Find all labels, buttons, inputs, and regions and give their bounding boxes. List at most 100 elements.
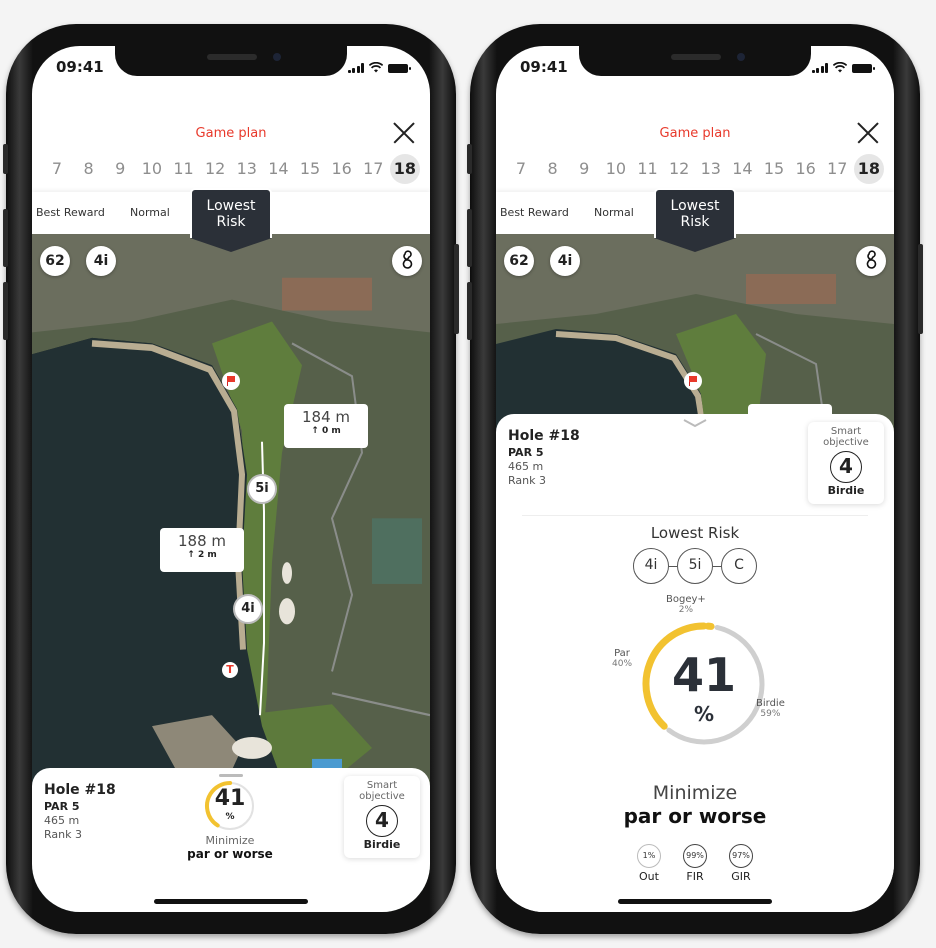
tab-best-reward[interactable]: Best Reward [36, 206, 105, 219]
club-marker-5i[interactable]: 5i [247, 474, 277, 504]
hole-tab[interactable]: 10 [601, 154, 631, 184]
page-title: Game plan [659, 126, 731, 141]
mini-gauge-unit: % [225, 812, 235, 822]
smart-objective-label: Smart [366, 780, 398, 791]
golf-bag-icon[interactable] [392, 246, 422, 276]
hole-rank: Rank 3 [44, 828, 82, 841]
hole-tab[interactable]: 16 [327, 154, 357, 184]
gauge-label-text: Birdie [756, 698, 785, 709]
smart-objective-card[interactable]: Smart objective 4 Birdie [344, 776, 420, 858]
gauge-label-birdie: Birdie 59% [756, 698, 785, 720]
hole-rank: Rank 3 [508, 474, 546, 487]
hole-tab[interactable]: 17 [822, 154, 852, 184]
drag-handle[interactable] [219, 774, 243, 777]
detail-sheet[interactable]: Hole #18 PAR 5 465 m Rank 3 Smart object… [496, 414, 894, 912]
hole-tab[interactable]: 7 [42, 154, 72, 184]
objective-caption: Minimize [205, 834, 255, 847]
club-chip-4i[interactable]: 4i [633, 548, 669, 584]
hole-tab[interactable]: 13 [232, 154, 262, 184]
mute-switch [467, 144, 472, 174]
hole-tab[interactable]: 12 [200, 154, 230, 184]
tab-normal[interactable]: Normal [130, 206, 170, 219]
hole-par: PAR 5 [44, 800, 80, 813]
status-time: 09:41 [520, 58, 568, 76]
gauge-label-text: Bogey+ [666, 594, 706, 605]
probability-gauge: 41 % Bogey+ 2% Par 40% Birdie 59% [594, 592, 814, 772]
smart-objective-result: Birdie [363, 838, 401, 851]
chevron-down-icon[interactable] [682, 418, 708, 428]
club-chip-c[interactable]: C [721, 548, 757, 584]
smart-objective-result: Birdie [827, 484, 865, 497]
hole-length: 465 m [44, 814, 80, 827]
hole-tab[interactable]: 15 [759, 154, 789, 184]
club-connector [713, 565, 721, 567]
mini-gauge-value: 41 [214, 786, 246, 811]
hole-selector: 7 8 9 10 11 12 13 14 15 16 17 18 [42, 152, 420, 186]
screen: 09:41 Game plan 7 8 9 10 11 12 13 14 15 … [32, 46, 430, 912]
smart-objective-card[interactable]: Smart objective 4 Birdie [808, 422, 884, 504]
divider [522, 515, 868, 516]
elevation-value: ↑ 0 m [311, 426, 341, 436]
strategy-tabs: Best Reward Normal Lowest Risk [32, 188, 430, 252]
stat-name: FIR [686, 870, 704, 883]
battery-icon [852, 64, 875, 73]
hole-tab[interactable]: 8 [74, 154, 104, 184]
notch [579, 46, 811, 76]
hole-tab[interactable]: 15 [295, 154, 325, 184]
smart-objective-strokes: 4 [366, 805, 398, 837]
hole-info: Hole #18 PAR 5 465 m Rank 3 [508, 428, 580, 487]
volume-down-button [467, 282, 472, 340]
hole-tab[interactable]: 9 [569, 154, 599, 184]
volume-down-button [3, 282, 8, 340]
hole-tab[interactable]: 7 [506, 154, 536, 184]
distance-value: 188 m [177, 532, 226, 550]
club-marker-4i[interactable]: 4i [233, 594, 263, 624]
home-indicator[interactable] [618, 899, 772, 904]
club-connector [669, 565, 677, 567]
stat-value: 1% [637, 844, 661, 868]
smart-objective-label: objective [359, 791, 405, 802]
tab-best-reward[interactable]: Best Reward [500, 206, 569, 219]
club-chip[interactable]: 4i [550, 246, 580, 276]
tee-icon: T [222, 662, 238, 678]
distance-label[interactable]: 184 m ↑ 0 m [284, 404, 368, 448]
hole-tab[interactable]: 10 [137, 154, 167, 184]
hole-tab[interactable]: 9 [105, 154, 135, 184]
gauge-label-percent: 59% [760, 709, 781, 719]
club-chip-5i[interactable]: 5i [677, 548, 713, 584]
tab-lowest-risk-line1: Lowest [670, 198, 720, 214]
hole-tab-active[interactable]: 18 [853, 154, 884, 184]
distance-label[interactable]: 188 m ↑ 2 m [160, 528, 244, 572]
hole-tab[interactable]: 14 [263, 154, 293, 184]
home-indicator[interactable] [154, 899, 308, 904]
hole-tab[interactable]: 8 [538, 154, 568, 184]
gauge-label-percent: 2% [678, 605, 694, 615]
hole-tab[interactable]: 11 [633, 154, 663, 184]
score-chip[interactable]: 62 [504, 246, 534, 276]
hole-tab[interactable]: 14 [727, 154, 757, 184]
hole-tab[interactable]: 13 [696, 154, 726, 184]
tab-normal[interactable]: Normal [594, 206, 634, 219]
tab-lowest-risk-line2: Risk [216, 214, 246, 230]
satellite-map[interactable]: 62 4i [496, 234, 894, 434]
golf-bag-icon[interactable] [856, 246, 886, 276]
close-icon[interactable] [392, 122, 414, 144]
tab-lowest-risk[interactable]: Lowest Risk [654, 188, 736, 252]
stat-gir: 97% GIR [726, 844, 756, 883]
hole-tab[interactable]: 17 [358, 154, 388, 184]
hole-tab[interactable]: 12 [664, 154, 694, 184]
signal-icon [347, 63, 364, 73]
score-chip[interactable]: 62 [40, 246, 70, 276]
stat-value: 99% [683, 844, 707, 868]
gauge-label-text: Par [614, 648, 630, 659]
power-button [454, 244, 459, 334]
close-icon[interactable] [856, 122, 878, 144]
flag-icon [222, 372, 240, 390]
power-button [918, 244, 923, 334]
hole-tab[interactable]: 16 [791, 154, 821, 184]
hole-tab[interactable]: 11 [169, 154, 199, 184]
club-chip[interactable]: 4i [86, 246, 116, 276]
hole-tab-active[interactable]: 18 [389, 154, 420, 184]
summary-sheet[interactable]: Hole #18 PAR 5 465 m Rank 3 41 % Minimiz… [32, 768, 430, 912]
tab-lowest-risk[interactable]: Lowest Risk [190, 188, 272, 252]
